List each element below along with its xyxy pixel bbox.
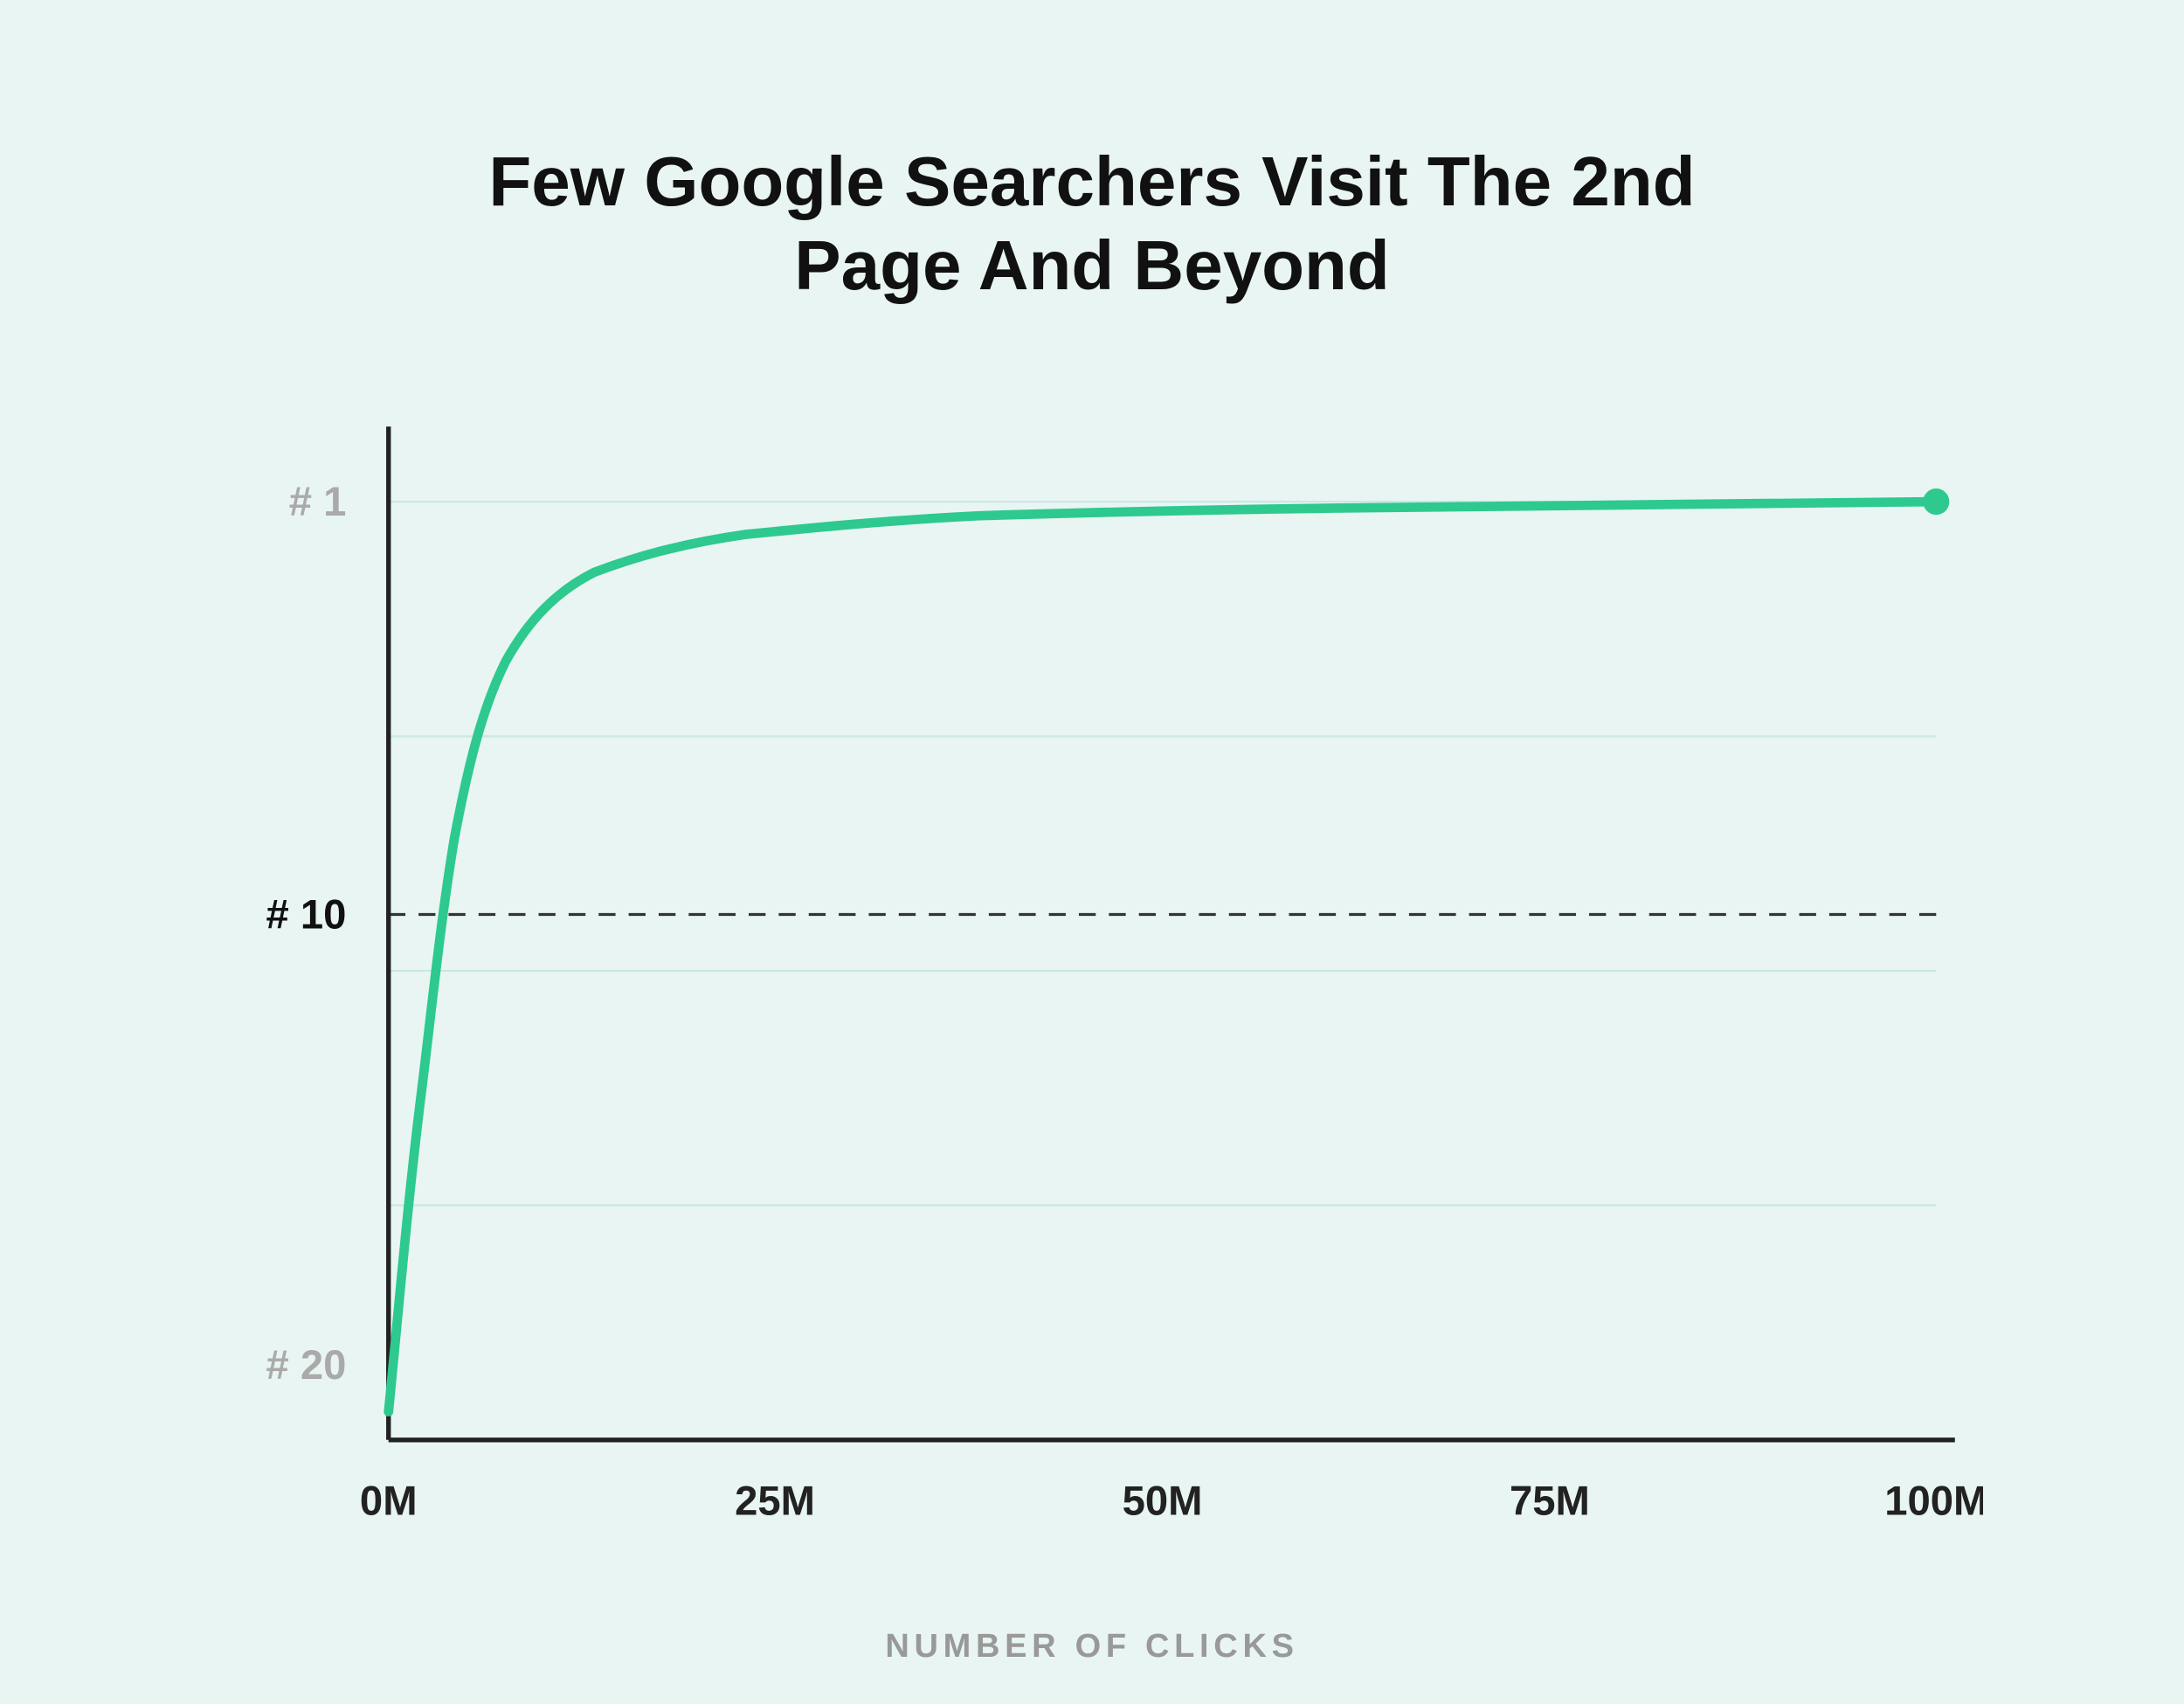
chart-area: # 1 # 10 # 20 0M 25M 50M 75M 100M <box>201 378 1983 1602</box>
x-label-0m: 0M <box>360 1479 418 1525</box>
chart-svg: # 1 # 10 # 20 0M 25M 50M 75M 100M <box>201 378 1983 1602</box>
y-label-10: # 10 <box>266 892 346 939</box>
x-label-100m: 100M <box>1884 1479 1983 1525</box>
curve-endpoint <box>1923 488 1949 515</box>
chart-container: Few Google Searchers Visit The 2nd Page … <box>131 87 2053 1617</box>
x-label-50m: 50M <box>1123 1479 1203 1525</box>
x-axis-title: NUMBER OF CLICKS <box>885 1628 1298 1666</box>
y-label-20: # 20 <box>266 1342 346 1389</box>
x-label-75m: 75M <box>1510 1479 1590 1525</box>
chart-title: Few Google Searchers Visit The 2nd Page … <box>480 140 1704 308</box>
main-curve <box>389 502 1937 1411</box>
y-label-1: # 1 <box>289 479 347 525</box>
x-label-25m: 25M <box>735 1479 815 1525</box>
